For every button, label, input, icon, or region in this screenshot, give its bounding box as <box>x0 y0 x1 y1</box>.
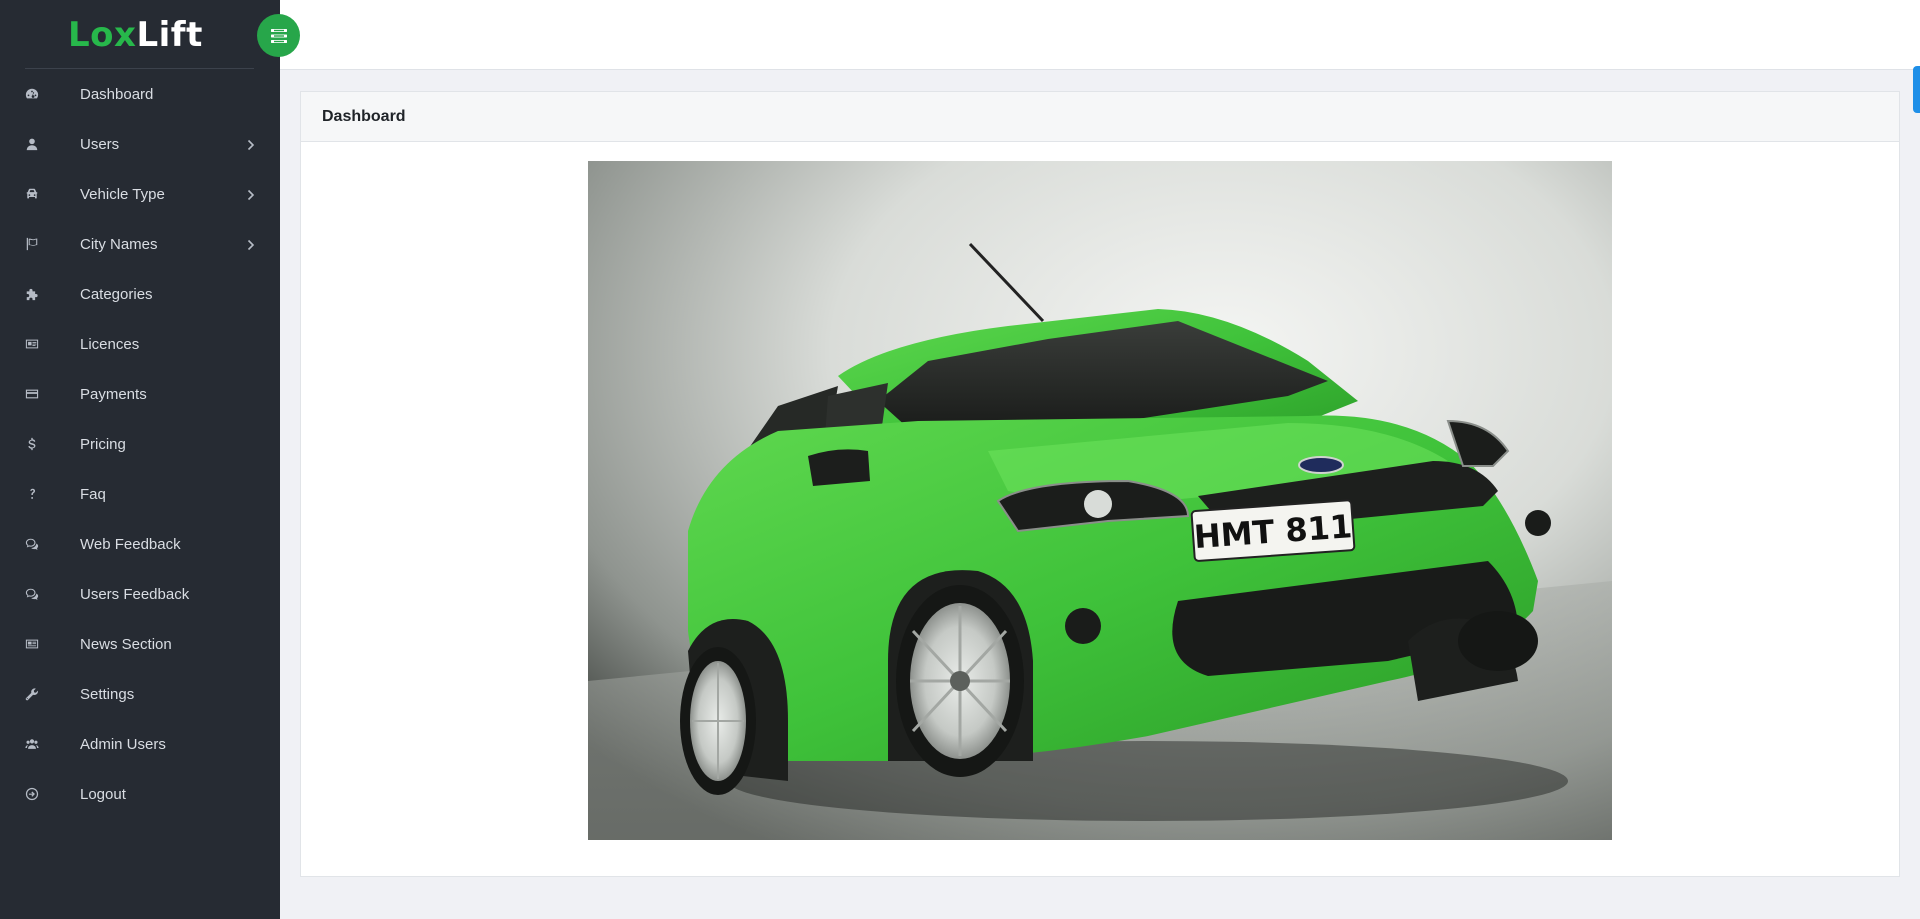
sidebar-item-label: News Section <box>80 635 172 653</box>
sidebar-item-label: Licences <box>80 335 140 353</box>
brand-logo-part1: Lox <box>68 15 137 55</box>
sidebar: LoxLift Dashboard Users Vehicle Type City N… <box>0 0 280 919</box>
user-icon <box>24 137 39 151</box>
credit-card-icon <box>24 387 39 401</box>
brand-logo[interactable]: LoxLift <box>68 17 203 55</box>
chevron-right-icon <box>247 238 257 251</box>
menu-toggle-icon <box>270 28 287 43</box>
users-icon <box>24 737 39 751</box>
card-header: Dashboard <box>301 92 1899 142</box>
brand-logo-part2: Lift <box>136 15 203 55</box>
sidebar-item-admin-users[interactable]: Admin Users <box>0 719 280 769</box>
sidebar-item-categories[interactable]: Categories <box>0 269 280 319</box>
newspaper-icon <box>24 637 39 651</box>
logout-icon <box>24 787 39 801</box>
sidebar-item-label: Admin Users <box>80 735 166 753</box>
dollar-icon <box>24 437 39 451</box>
sidebar-item-label: Settings <box>80 685 135 703</box>
car-icon <box>24 187 39 201</box>
sidebar-item-city-names[interactable]: City Names <box>0 219 280 269</box>
sidebar-item-label: Web Feedback <box>80 535 181 553</box>
comments-icon <box>24 587 39 601</box>
sidebar-item-label: Categories <box>80 285 153 303</box>
chevron-right-icon <box>247 138 257 151</box>
sidebar-item-dashboard[interactable]: Dashboard <box>0 69 280 119</box>
sidebar-item-users-feedback[interactable]: Users Feedback <box>0 569 280 619</box>
question-icon <box>24 487 39 501</box>
sidebar-item-web-feedback[interactable]: Web Feedback <box>0 519 280 569</box>
sidebar-item-label: City Names <box>80 235 158 253</box>
sidebar-item-users[interactable]: Users <box>0 119 280 169</box>
sidebar-item-faq[interactable]: Faq <box>0 469 280 519</box>
sidebar-item-label: Users Feedback <box>80 585 190 603</box>
sidebar-item-news-section[interactable]: News Section <box>0 619 280 669</box>
dashboard-card: Dashboard HMT 811 <box>300 91 1900 877</box>
sidebar-item-label: Logout <box>80 785 126 803</box>
sidebar-item-label: Pricing <box>80 435 126 453</box>
comments-icon <box>24 537 39 551</box>
flag-icon <box>24 237 39 251</box>
card-title: Dashboard <box>322 107 406 125</box>
puzzle-icon <box>24 287 39 301</box>
sidebar-item-pricing[interactable]: Pricing <box>0 419 280 469</box>
sidebar-item-label: Dashboard <box>80 85 154 103</box>
sidebar-item-settings[interactable]: Settings <box>0 669 280 719</box>
dashboard-icon <box>24 87 39 101</box>
sidebar-item-licences[interactable]: Licences <box>0 319 280 369</box>
sidebar-item-payments[interactable]: Payments <box>0 369 280 419</box>
scroll-indicator[interactable] <box>1913 66 1920 113</box>
car-image: HMT 811 <box>588 161 1612 840</box>
sidebar-item-label: Faq <box>80 485 106 503</box>
wrench-icon <box>24 687 39 701</box>
sidebar-item-label: Users <box>80 135 120 153</box>
top-bar <box>280 0 1920 70</box>
chevron-right-icon <box>247 188 257 201</box>
sidebar-item-label: Vehicle Type <box>80 185 165 203</box>
sidebar-item-label: Payments <box>80 385 147 403</box>
sidebar-menu: Dashboard Users Vehicle Type City Names Cate… <box>0 69 280 819</box>
sidebar-item-vehicle-type[interactable]: Vehicle Type <box>0 169 280 219</box>
id-card-icon <box>24 337 39 351</box>
sidebar-item-logout[interactable]: Logout <box>0 769 280 819</box>
sidebar-toggle-button[interactable] <box>257 14 300 57</box>
